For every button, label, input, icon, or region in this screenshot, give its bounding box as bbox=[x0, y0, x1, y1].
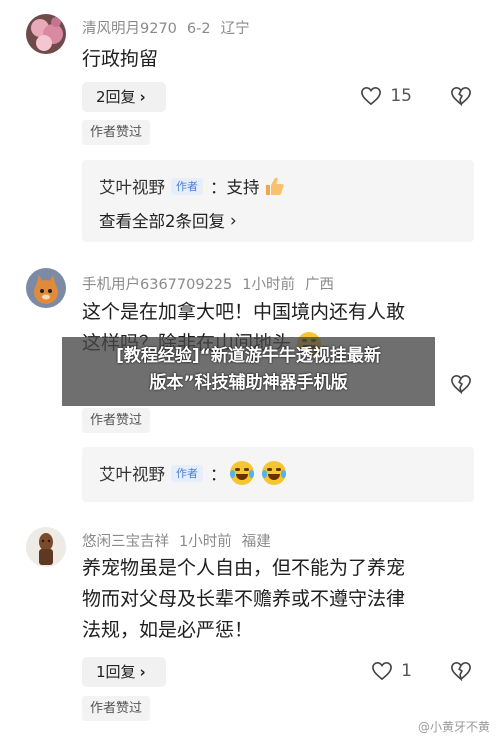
username[interactable]: 手机用户6367709225 bbox=[82, 277, 232, 293]
like-button[interactable]: 15 bbox=[360, 86, 412, 106]
replies-count-label: 2回复 bbox=[96, 88, 136, 106]
thumbs-up-icon bbox=[263, 175, 285, 197]
reply-item: 艾叶视野 作者 ：支持 bbox=[99, 174, 285, 198]
reply-item: 艾叶视野 作者 ： bbox=[99, 461, 286, 485]
username[interactable]: 清风明月9270 bbox=[82, 21, 177, 37]
reply-username[interactable]: 艾叶视野 bbox=[99, 461, 165, 485]
comment-meta: 手机用户6367709225 1小时前 广西 bbox=[82, 273, 344, 294]
comment-text: 行政拘留 bbox=[82, 48, 159, 70]
reply-box[interactable]: 艾叶视野 作者 ：支持 查看全部2条回复 › bbox=[82, 160, 474, 242]
overlay-text: [教程经验]“新道游牛牛透视挂最新 版本”科技辅助神器手机版 bbox=[62, 343, 435, 397]
user-avatar[interactable] bbox=[26, 14, 66, 54]
author-tag: 作者 bbox=[171, 177, 203, 195]
watermark: @小黄牙不黄 bbox=[417, 720, 490, 734]
comment-meta: 清风明月9270 6-2 辽宁 bbox=[82, 17, 260, 38]
broken-heart-icon bbox=[451, 374, 471, 395]
author-liked-badge: 作者赞过 bbox=[82, 408, 151, 433]
chevron-right-icon: › bbox=[139, 663, 146, 681]
overlay-line-1: [教程经验]“新道游牛牛透视挂最新 bbox=[116, 346, 381, 366]
like-count: 15 bbox=[390, 86, 412, 106]
user-avatar[interactable] bbox=[26, 268, 66, 308]
comment-text-line: 物而对父母及长辈不赡养或不遵守法律 bbox=[82, 588, 406, 610]
comment-text-line: 这个是在加拿大吧！中国境内还有人敢 bbox=[82, 301, 406, 323]
comment-location: 福建 bbox=[241, 534, 271, 550]
chevron-right-icon: › bbox=[139, 88, 146, 106]
heart-icon bbox=[361, 86, 382, 106]
dislike-button[interactable] bbox=[450, 374, 472, 398]
heart-icon bbox=[372, 661, 393, 681]
broken-heart-icon bbox=[451, 86, 471, 107]
like-button[interactable]: 1 bbox=[371, 661, 412, 681]
broken-heart-icon bbox=[451, 661, 471, 682]
comment-time: 1小时前 bbox=[242, 277, 295, 293]
comment-location: 广西 bbox=[305, 277, 334, 293]
like-count: 1 bbox=[401, 661, 412, 681]
overlay-banner: [教程经验]“新道游牛牛透视挂最新 版本”科技辅助神器手机版 bbox=[62, 337, 435, 406]
replies-count-label: 1回复 bbox=[96, 663, 136, 681]
author-liked-badge: 作者赞过 bbox=[82, 696, 151, 721]
reply-text: ： bbox=[210, 465, 227, 484]
dislike-button[interactable] bbox=[450, 661, 472, 685]
laughing-crying-emoji-icon bbox=[229, 461, 254, 485]
comment-time: 1小时前 bbox=[179, 534, 232, 550]
dislike-button[interactable] bbox=[450, 86, 472, 110]
replies-button[interactable]: 1回复 › bbox=[82, 657, 166, 687]
comment-location: 辽宁 bbox=[220, 21, 250, 37]
comment-text-line: 法规，如是必严惩！ bbox=[82, 619, 254, 641]
overlay-line-2: 版本”科技辅助神器手机版 bbox=[149, 373, 348, 393]
view-all-label: 查看全部2条回复 bbox=[99, 212, 225, 231]
comment-text-line: 养宠物虽是个人自由，但不能为了养宠 bbox=[82, 557, 406, 579]
view-all-replies-link[interactable]: 查看全部2条回复 › bbox=[99, 208, 237, 232]
reply-username[interactable]: 艾叶视野 bbox=[99, 174, 165, 198]
comment-time: 6-2 bbox=[186, 21, 211, 37]
replies-button[interactable]: 2回复 › bbox=[82, 82, 166, 112]
reply-text: ：支持 bbox=[210, 178, 260, 197]
user-avatar[interactable] bbox=[26, 527, 66, 567]
reply-box[interactable]: 艾叶视野 作者 ： bbox=[82, 447, 474, 502]
author-liked-badge: 作者赞过 bbox=[82, 120, 151, 145]
chevron-right-icon: › bbox=[230, 210, 237, 230]
comment-meta: 悠闲三宝吉祥 1小时前 福建 bbox=[82, 530, 281, 551]
comment-text: 养宠物虽是个人自由，但不能为了养宠 物而对父母及长辈不赡养或不遵守法律 法规，如… bbox=[82, 553, 477, 646]
author-tag: 作者 bbox=[171, 464, 203, 482]
laughing-crying-emoji-icon bbox=[261, 461, 286, 485]
username[interactable]: 悠闲三宝吉祥 bbox=[82, 534, 169, 550]
